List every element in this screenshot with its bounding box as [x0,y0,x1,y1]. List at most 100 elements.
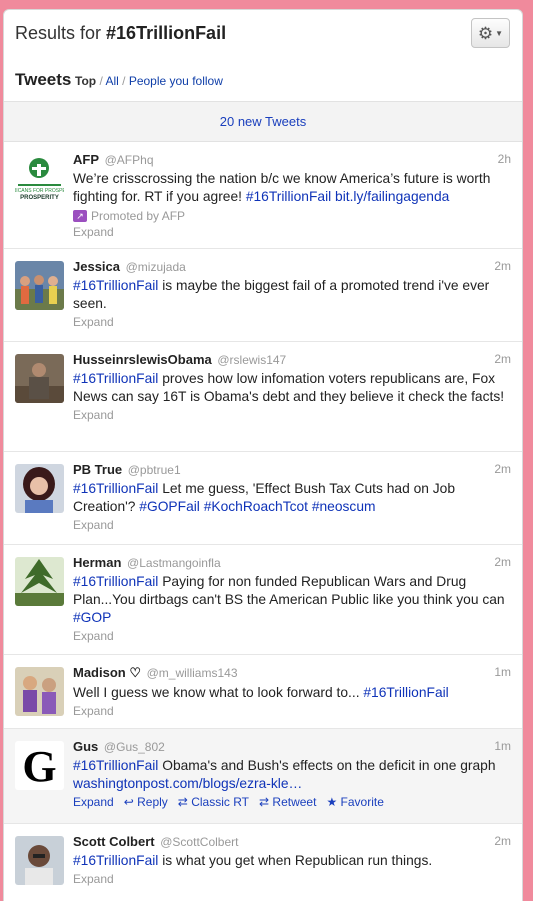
tweet-text-segment: Obama's and Bush's effects on the defici… [158,758,496,773]
title-prefix: Results for [15,23,107,43]
tweet-item[interactable]: HusseinrslewisObama @rslewis147 2m #16Tril… [4,342,522,452]
user-name[interactable]: HusseinrslewisObama [73,352,212,367]
tweet-actions: Expand [73,872,511,886]
favorite-button[interactable]: ★ Favorite [326,795,383,809]
tweet-item[interactable]: Scott Colbert @ScottColbert 2m #16Trillion… [4,824,522,901]
user-name[interactable]: Madison ♡ [73,665,141,680]
tweet-time[interactable]: 2h [498,152,511,166]
tweet-time[interactable]: 2m [494,555,511,569]
reply-button[interactable]: ↩ Reply [124,795,168,809]
tweet-text: #16TrillionFail is what you get when Rep… [73,852,511,870]
hashtag-link[interactable]: #16TrillionFail [73,371,158,386]
tweet-item[interactable]: G Gus @Gus_802 1m #16TrillionFail Obama's a… [4,729,522,824]
user-handle[interactable]: @pbtrue1 [128,463,181,477]
tweet-text: #16TrillionFail Let me guess, 'Effect Bu… [73,480,511,516]
user-handle[interactable]: @mizujada [126,260,186,274]
hashtag-link[interactable]: #16TrillionFail [73,853,158,868]
user-name[interactable]: Scott Colbert [73,834,155,849]
tweet-time[interactable]: 1m [494,665,511,679]
hashtag-link[interactable]: washingtonpost.com/blogs/ezra-kle… [73,776,302,791]
hashtag-link[interactable]: #GOPFail #KochRoachTcot #neoscum [139,499,375,514]
tweet-item[interactable]: Jessica @mizujada 2m #16TrillionFail is ma… [4,249,522,342]
tweet-user-line: Gus @Gus_802 1m [73,739,511,754]
hashtag-link[interactable]: #16TrillionFail [73,481,158,496]
classic-rt-button[interactable]: ⇄ Classic RT [178,795,249,809]
tweet-content: Scott Colbert @ScottColbert 2m #16Trillion… [73,834,511,886]
avatar[interactable] [15,261,64,310]
tweet-actions: Expand [73,704,511,718]
hashtag-link[interactable]: #16TrillionFail [73,758,158,773]
settings-menu-button[interactable]: ⚙ ▼ [471,18,510,48]
tweet-actions: Expand [73,629,511,643]
expand-link[interactable]: Expand [73,872,114,886]
expand-link[interactable]: Expand [73,629,114,643]
user-handle[interactable]: @Lastmangoinfla [127,556,221,570]
tweet-time[interactable]: 2m [494,834,511,848]
title-query: #16TrillionFail [106,23,227,43]
tweet-text: #16TrillionFail Paying for non funded Re… [73,573,511,627]
tweet-text: #16TrillionFail proves how low infomatio… [73,370,511,406]
tweets-heading: Tweets [15,70,72,89]
classic-rt-label: Classic RT [191,795,249,809]
expand-link[interactable]: Expand [73,704,114,718]
user-name[interactable]: Jessica [73,259,120,274]
expand-link[interactable]: Expand [73,408,114,422]
expand-link[interactable]: Expand [73,225,114,239]
expand-link[interactable]: Expand [73,795,114,809]
tweet-user-line: Herman @Lastmangoinfla 2m [73,555,511,570]
tweet-item[interactable]: PB True @pbtrue1 2m #16TrillionFail Let me… [4,452,522,545]
tweet-time[interactable]: 2m [494,462,511,476]
tweet-item[interactable]: Madison ♡ @m_williams143 1m Well I guess w… [4,655,522,729]
avatar[interactable] [15,667,64,716]
tweet-item[interactable]: AMERICANS FOR PROSPERITYPROSPERITY AFP @A… [4,142,522,249]
user-handle[interactable]: @rslewis147 [217,353,286,367]
search-header: Results for #16TrillionFail ⚙ ▼ Tweets T… [4,10,522,102]
favorite-label: Favorite [340,795,384,809]
gus-logo-letter: G [22,742,56,790]
user-handle[interactable]: @ScottColbert [160,835,238,849]
user-name[interactable]: Herman [73,555,121,570]
filter-all[interactable]: All [105,74,118,88]
tweet-time[interactable]: 2m [494,259,511,273]
user-name[interactable]: PB True [73,462,122,477]
avatar[interactable] [15,836,64,885]
hashtag-link[interactable]: #16TrillionFail bit.ly/failingagenda [246,189,450,204]
tweet-actions: Expand [73,315,511,329]
tweet-user-line: PB True @pbtrue1 2m [73,462,511,477]
tweet-content: AFP @AFPhq 2h We’re crisscrossing the nati… [73,152,511,239]
user-handle[interactable]: @Gus_802 [104,740,165,754]
user-handle[interactable]: @AFPhq [105,153,154,167]
user-name[interactable]: Gus [73,739,98,754]
tweet-item[interactable]: Herman @Lastmangoinfla 2m #16TrillionFail … [4,545,522,655]
tweet-content: Jessica @mizujada 2m #16TrillionFail is ma… [73,259,511,329]
avatar[interactable] [15,354,64,403]
reply-label: Reply [137,795,168,809]
filter-top[interactable]: Top [75,74,96,88]
hashtag-link[interactable]: #16TrillionFail [363,685,448,700]
tweet-actions: Expand [73,518,511,532]
avatar[interactable]: G [15,741,64,790]
expand-link[interactable]: Expand [73,315,114,329]
hashtag-link[interactable]: #16TrillionFail [73,278,158,293]
hashtag-link[interactable]: #GOP [73,610,111,625]
new-tweets-label[interactable]: 20 new Tweets [220,114,306,129]
new-tweets-bar[interactable]: 20 new Tweets [4,102,522,142]
tweet-text: #16TrillionFail is maybe the biggest fai… [73,277,511,313]
search-results-panel: Results for #16TrillionFail ⚙ ▼ Tweets T… [3,9,523,901]
tweet-time[interactable]: 1m [494,739,511,753]
tweet-time[interactable]: 2m [494,352,511,366]
promoted-label: ↗ Promoted by AFP [73,209,511,223]
tweet-actions: Expand ↩ Reply ⇄ Classic RT ⇄ Retweet ★ Favo… [73,795,511,809]
retweet-button[interactable]: ⇄ Retweet [259,795,316,809]
avatar[interactable] [15,464,64,513]
avatar[interactable]: AMERICANS FOR PROSPERITYPROSPERITY [15,154,64,203]
user-name[interactable]: AFP [73,152,99,167]
tweet-content: HusseinrslewisObama @rslewis147 2m #16Tril… [73,352,511,422]
user-handle[interactable]: @m_williams143 [147,666,238,680]
expand-link[interactable]: Expand [73,518,114,532]
tweet-text: #16TrillionFail Obama's and Bush's effec… [73,757,511,793]
filter-people-you-follow[interactable]: People you follow [129,74,223,88]
tweet-actions: Expand [73,225,511,239]
avatar[interactable] [15,557,64,606]
hashtag-link[interactable]: #16TrillionFail [73,574,158,589]
